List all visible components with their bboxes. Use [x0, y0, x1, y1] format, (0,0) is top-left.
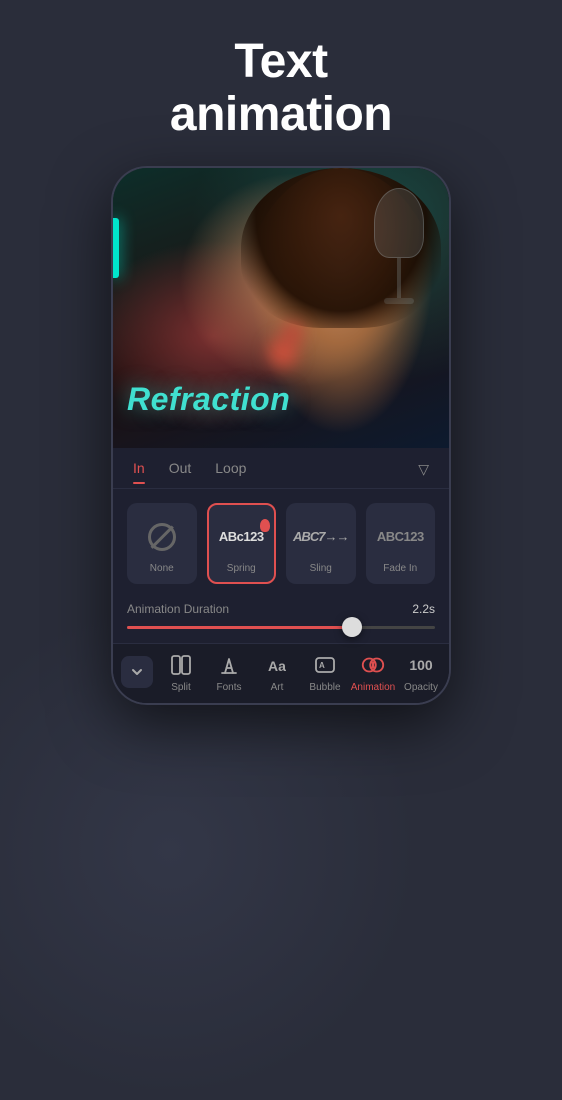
teal-accent-bar	[113, 218, 119, 278]
none-icon	[140, 519, 184, 555]
bubble-icon: A	[312, 652, 338, 678]
controls-area: In Out Loop ▽ None	[113, 448, 449, 703]
anim-option-sling[interactable]: ABC7→→ Sling	[286, 503, 356, 584]
bottom-toolbar: Split Fonts	[113, 643, 449, 703]
toolbar-item-bubble[interactable]: A Bubble	[301, 652, 349, 693]
wine-glass	[369, 188, 429, 328]
phone-container: Refraction In Out Loop ▽ None	[0, 166, 562, 705]
opacity-label: Opacity	[404, 682, 438, 693]
sling-text: ABC7→→	[293, 529, 348, 544]
duration-label: Animation Duration	[127, 602, 229, 616]
slider-fill	[127, 626, 352, 629]
spring-icon: ABc123	[219, 519, 263, 555]
glass-stem	[397, 258, 401, 298]
sling-label: Sling	[310, 563, 332, 574]
opacity-icon: 100	[408, 652, 434, 678]
anim-option-spring[interactable]: ABc123 Spring	[207, 503, 277, 584]
art-icon: Aa	[264, 652, 290, 678]
none-circle-slash	[148, 523, 176, 551]
fadein-label: Fade In	[383, 563, 417, 574]
tab-bar: In Out Loop ▽	[113, 448, 449, 489]
spring-label: Spring	[227, 563, 256, 574]
split-label: Split	[171, 682, 190, 693]
none-label: None	[150, 563, 174, 574]
duration-value: 2.2s	[412, 602, 435, 616]
split-icon	[168, 652, 194, 678]
toolbar-item-animation[interactable]: Animation	[349, 652, 397, 693]
toolbar-item-art[interactable]: Aa Art	[253, 652, 301, 693]
tab-out[interactable]: Out	[169, 460, 192, 480]
fonts-icon	[216, 652, 242, 678]
anim-option-none[interactable]: None	[127, 503, 197, 584]
glass-bowl	[374, 188, 424, 258]
header: Text animation	[0, 0, 562, 166]
fonts-label: Fonts	[216, 682, 241, 693]
spring-text: ABc123	[219, 529, 264, 544]
toolbar-back-arrow[interactable]	[121, 656, 153, 688]
fadein-text: ABC123	[377, 529, 424, 544]
toolbar-item-fonts[interactable]: Fonts	[205, 652, 253, 693]
video-preview: Refraction	[113, 168, 449, 448]
anim-option-fadein[interactable]: ABC123 Fade In	[366, 503, 436, 584]
toolbar-item-opacity[interactable]: 100 Opacity	[397, 652, 445, 693]
duration-row: Animation Duration 2.2s	[113, 592, 449, 622]
svg-text:A: A	[319, 661, 325, 670]
slider-thumb[interactable]	[342, 617, 362, 637]
fadein-icon: ABC123	[378, 519, 422, 555]
toolbar-item-split[interactable]: Split	[157, 652, 205, 693]
slider-container	[113, 622, 449, 643]
animation-label: Animation	[351, 682, 395, 693]
opacity-value: 100	[409, 657, 432, 673]
glass-base	[384, 298, 414, 304]
tab-dropdown-icon[interactable]: ▽	[418, 461, 429, 478]
svg-text:Aa: Aa	[268, 658, 286, 674]
tab-in[interactable]: In	[133, 460, 145, 480]
animation-options: None ABc123 Spring ABC7→→	[113, 489, 449, 592]
sling-icon: ABC7→→	[299, 519, 343, 555]
phone-mockup: Refraction In Out Loop ▽ None	[111, 166, 451, 705]
animation-icon	[360, 652, 386, 678]
art-label: Art	[271, 682, 284, 693]
page-title: Text animation	[20, 36, 542, 142]
overlay-text: Refraction	[127, 381, 290, 418]
slider-track[interactable]	[127, 626, 435, 629]
spring-pin	[260, 519, 270, 532]
bokeh-light-2	[283, 323, 303, 343]
tab-loop[interactable]: Loop	[215, 460, 246, 480]
bubble-label: Bubble	[309, 682, 340, 693]
chevron-down-icon	[129, 664, 145, 680]
